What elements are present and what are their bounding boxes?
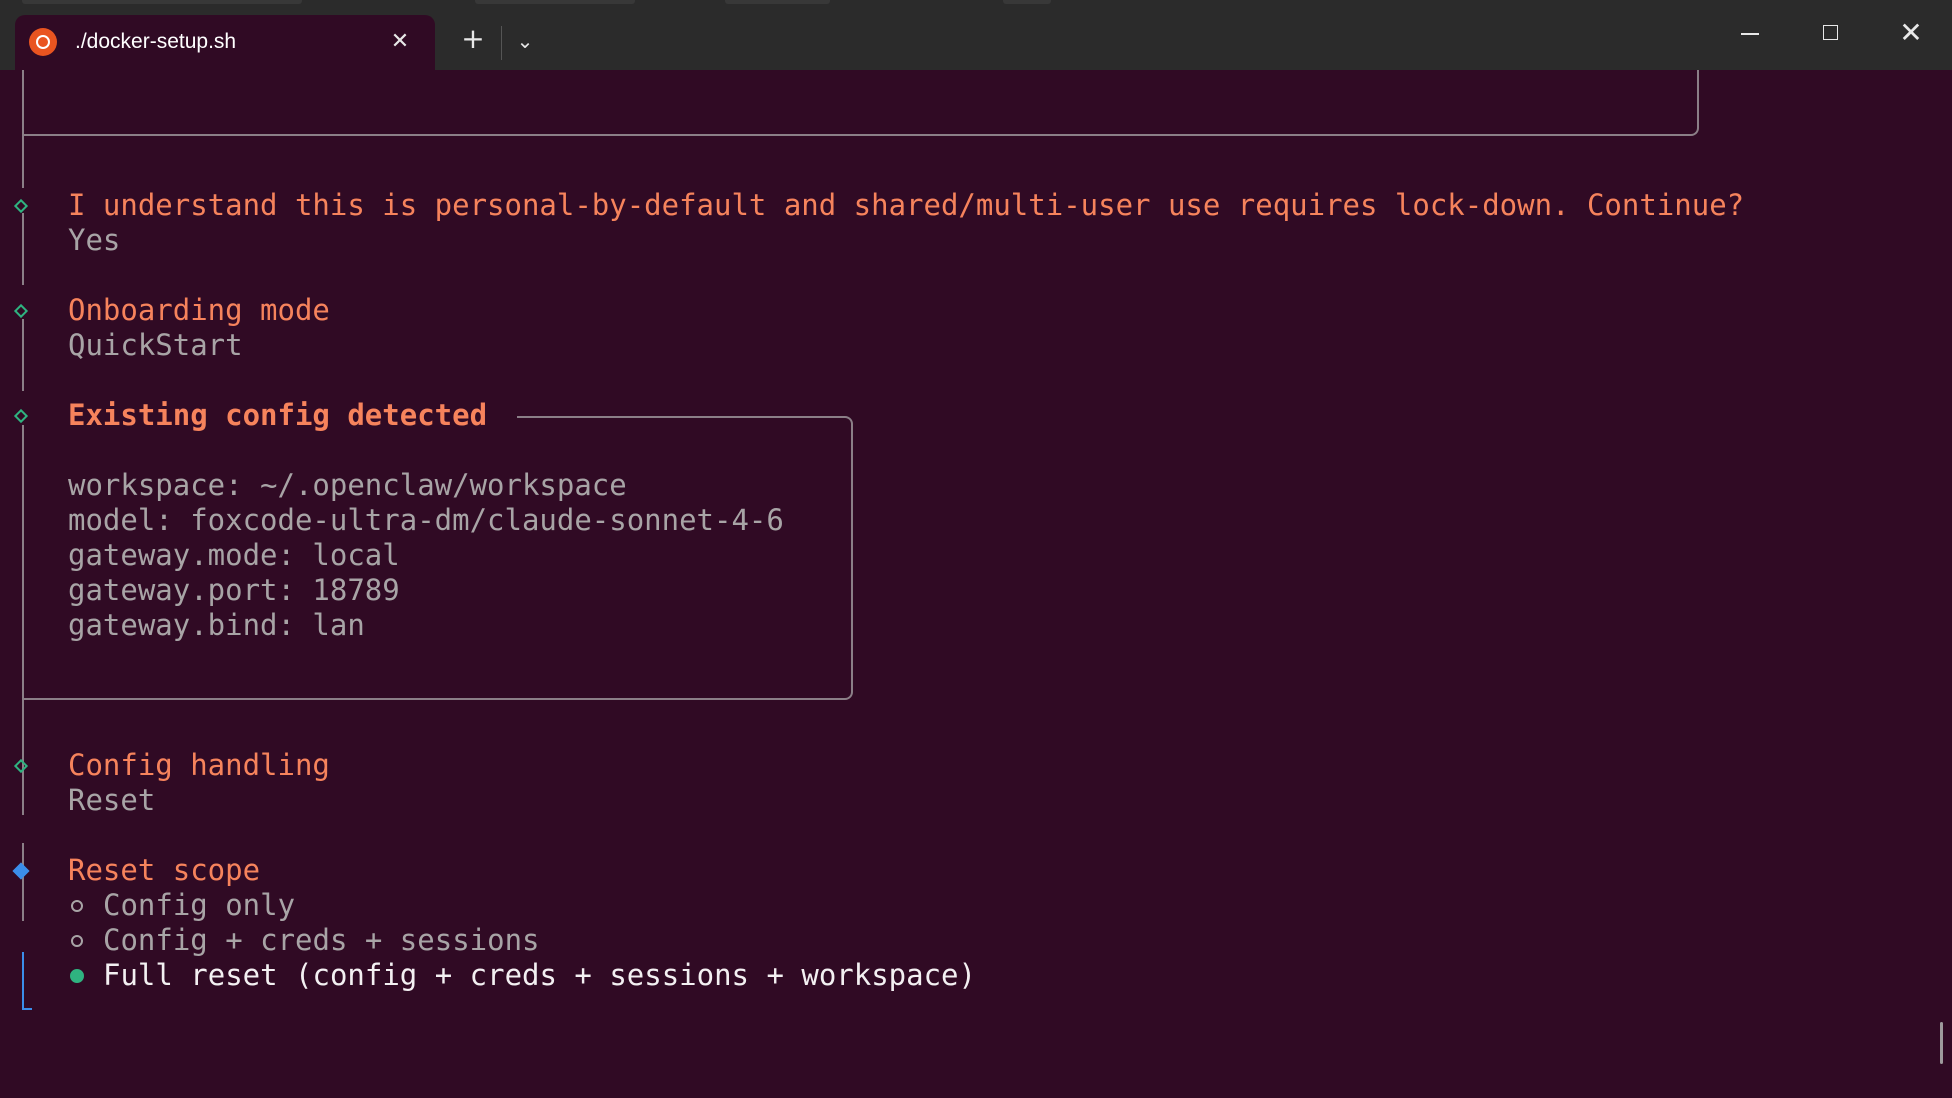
terminal-output[interactable]: I understand this is personal-by-default… [0, 70, 1952, 1098]
tree-line-end [22, 1008, 32, 1010]
background-window-strip [475, 0, 635, 4]
previous-box-border [23, 70, 1699, 136]
config-line: gateway.port: 18789 [68, 573, 400, 607]
title-bar: ./docker-setup.sh ✕ + ⌄ ✕ [0, 0, 1952, 70]
radio-unselected-icon[interactable] [71, 935, 83, 947]
titlebar-divider [501, 26, 502, 60]
config-line: gateway.mode: local [68, 538, 400, 572]
step-answer: Reset [68, 783, 156, 817]
config-line: workspace: ~/.openclaw/workspace [68, 468, 627, 502]
tab-title: ./docker-setup.sh [75, 30, 237, 53]
tab-dropdown-icon[interactable]: ⌄ [508, 24, 542, 58]
close-tab-icon[interactable]: ✕ [385, 27, 415, 57]
config-line: gateway.bind: lan [68, 608, 365, 642]
completed-step-icon [13, 758, 29, 774]
step-answer: QuickStart [68, 328, 243, 362]
step-answer: Yes [68, 223, 121, 257]
option-full-reset[interactable]: Full reset (config + creds + sessions + … [103, 958, 976, 993]
active-tree-line [22, 952, 24, 1009]
config-box-title: Existing config detected [68, 398, 488, 432]
step-question: I understand this is personal-by-default… [68, 188, 1745, 222]
tree-line [22, 319, 24, 391]
ubuntu-icon [29, 28, 57, 56]
option-config-only[interactable]: Config only [103, 888, 295, 923]
tree-line [22, 843, 24, 921]
scrollbar-thumb[interactable] [1940, 1022, 1943, 1064]
tab-docker-setup[interactable]: ./docker-setup.sh ✕ [15, 15, 435, 70]
background-window-strip [22, 0, 302, 4]
step-question: Config handling [68, 748, 330, 782]
minimize-button[interactable] [1733, 16, 1767, 50]
reset-scope-question: Reset scope [68, 853, 261, 887]
tree-line [22, 70, 24, 188]
radio-selected-icon[interactable] [70, 969, 84, 983]
background-window-strip [725, 0, 830, 4]
tree-line [22, 213, 24, 285]
config-line: model: foxcode-ultra-dm/claude-sonnet-4-… [68, 503, 784, 537]
maximize-button[interactable] [1814, 16, 1848, 50]
completed-step-icon [13, 303, 29, 319]
radio-unselected-icon[interactable] [71, 900, 83, 912]
option-config-creds-sessions[interactable]: Config + creds + sessions [103, 923, 540, 958]
close-window-button[interactable]: ✕ [1894, 16, 1928, 50]
background-window-strip [1003, 0, 1051, 4]
completed-step-icon [13, 198, 29, 214]
active-step-icon [12, 862, 30, 880]
new-tab-button[interactable]: + [456, 22, 490, 56]
step-question: Onboarding mode [68, 293, 330, 327]
